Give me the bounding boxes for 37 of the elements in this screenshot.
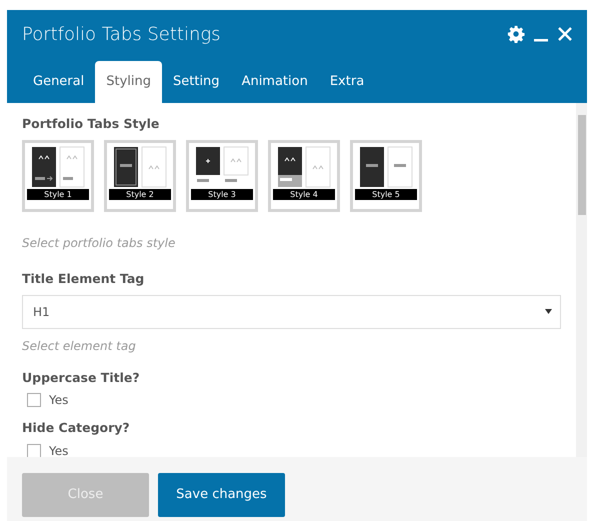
style-option[interactable]: Style 4 <box>268 140 340 212</box>
checkbox-label: Yes <box>49 392 68 410</box>
style-label: Style 3 <box>191 188 253 200</box>
layout-preview-drawing <box>276 144 332 189</box>
layout-preview-drawing <box>112 144 168 189</box>
field-label: Uppercase Title? <box>22 368 141 387</box>
style-option[interactable]: Style 3 <box>186 140 258 212</box>
layout-preview-drawing <box>358 144 414 189</box>
tab[interactable]: Extra <box>318 60 376 103</box>
window-title: Portfolio Tabs Settings <box>22 23 221 47</box>
tab[interactable]: Animation <box>230 60 319 103</box>
style-label: Style 5 <box>355 188 417 200</box>
field-label: Title Element Tag <box>22 270 146 288</box>
select-value: H1 <box>33 304 50 320</box>
checkbox[interactable] <box>27 444 41 458</box>
dropdown-caret-icon <box>545 309 552 314</box>
checkbox-label: Yes <box>49 443 68 460</box>
field-hint: Select element tag <box>22 338 137 354</box>
field-hint: Select portfolio tabs style <box>22 234 176 252</box>
tab[interactable]: Setting <box>162 60 231 103</box>
checkbox[interactable] <box>27 393 41 408</box>
field-label: Portfolio Tabs Style <box>22 115 160 133</box>
style-option[interactable]: Style 2 <box>104 140 176 212</box>
scrollbar[interactable] <box>576 103 587 457</box>
style-label: Style 4 <box>273 188 335 200</box>
tab[interactable]: General <box>22 60 96 103</box>
settings-icon[interactable] <box>507 25 525 43</box>
layout-preview-drawing <box>30 144 86 189</box>
save-button[interactable]: Save changes <box>158 473 285 517</box>
style-option[interactable]: Style 1 <box>22 140 94 212</box>
tag-select[interactable]: H1 <box>22 294 561 328</box>
close-icon[interactable] <box>557 26 573 42</box>
style-option[interactable]: Style 5 <box>350 140 422 212</box>
style-label: Style 2 <box>109 188 171 200</box>
field-label: Hide Category? <box>22 419 131 438</box>
style-label: Style 1 <box>27 188 89 200</box>
tab[interactable]: Styling <box>95 60 162 103</box>
